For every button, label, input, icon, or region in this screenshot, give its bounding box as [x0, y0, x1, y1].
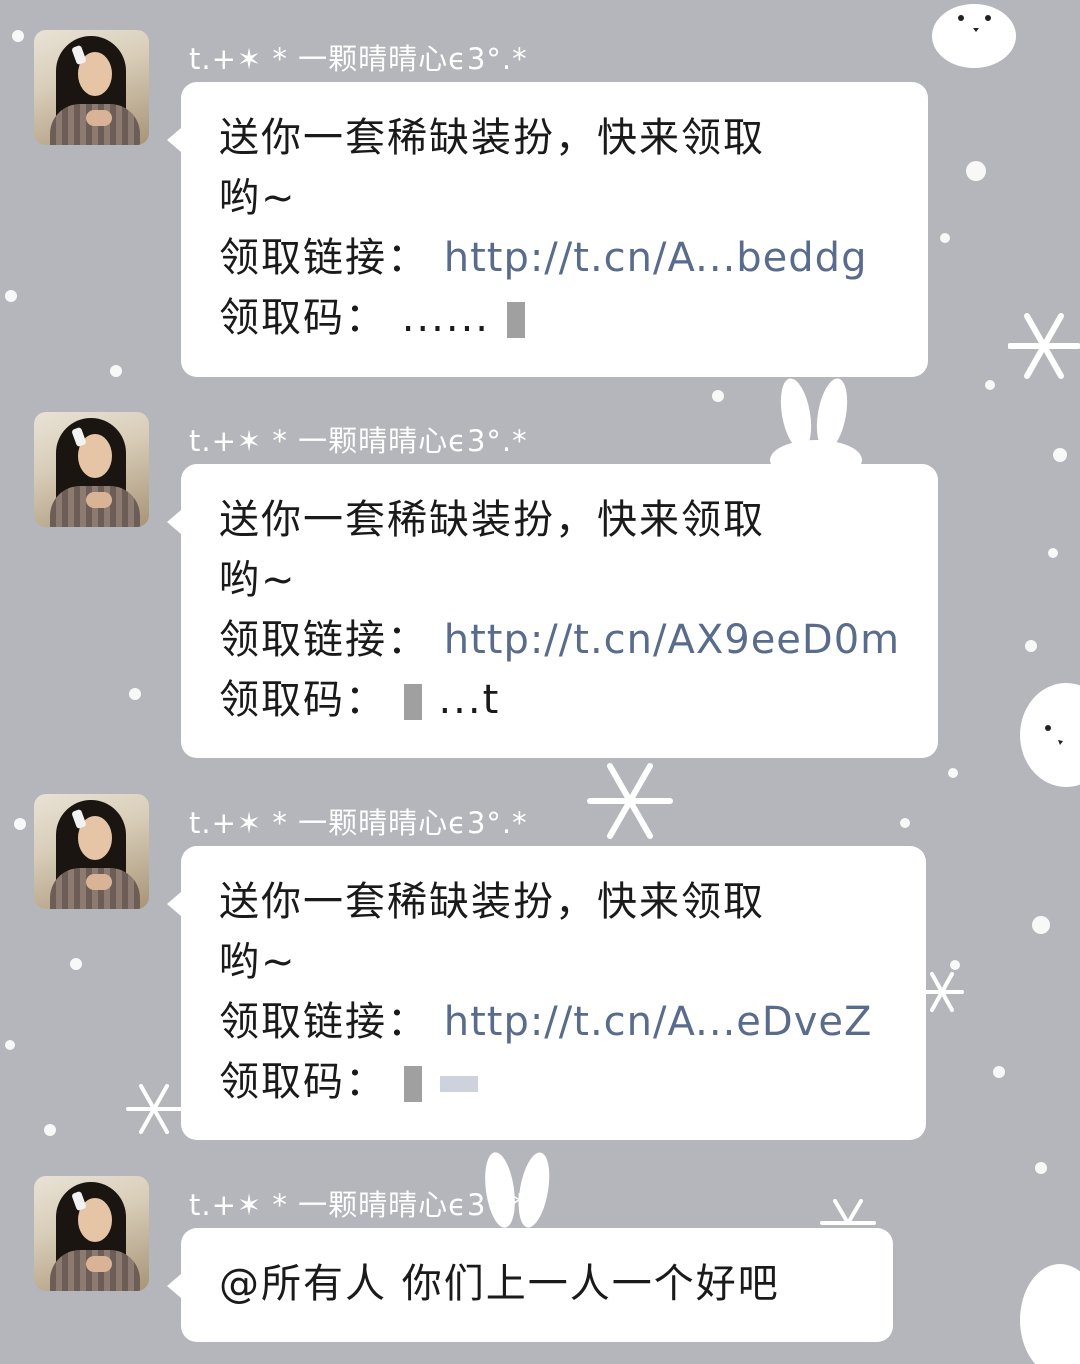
snowflake-icon: [587, 763, 673, 839]
snowflake-icon: [126, 1084, 182, 1134]
code-label: 领取码：: [219, 1059, 387, 1105]
avatar[interactable]: [34, 30, 149, 145]
redaction-blur: [403, 684, 422, 720]
message-text: 哟~: [219, 175, 297, 221]
avatar[interactable]: [34, 1176, 149, 1291]
code-row: 领取码：: [219, 1052, 890, 1112]
message-bubble[interactable]: 送你一套稀缺装扮，快来领取 哟~ 领取链接： http://t.cn/AX9ee…: [167, 464, 938, 758]
code-label: 领取码：: [219, 677, 387, 723]
sender-name: t.+✶ * 一颗晴晴心ϵ3°.*: [189, 806, 528, 840]
link-row: 领取链接： http://t.cn/A...eDveZ: [219, 992, 890, 1052]
redaction-blur: [440, 1076, 479, 1092]
message-link[interactable]: http://t.cn/A...eDveZ: [444, 999, 873, 1045]
bunny-icon: [1020, 1264, 1080, 1364]
bunny-icon: [932, 4, 1016, 68]
message-text: 送你一套稀缺装扮，快来领取: [219, 115, 765, 161]
message-text: 哟~: [219, 557, 297, 603]
message-bubble[interactable]: @所有人 你们上一人一个好吧: [167, 1228, 893, 1342]
avatar[interactable]: [34, 412, 149, 527]
message-link[interactable]: http://t.cn/A...beddg: [444, 235, 868, 281]
redaction-blur: [403, 1066, 422, 1102]
message-link[interactable]: http://t.cn/AX9eeD0m: [444, 617, 900, 663]
bunny-icon: [770, 378, 862, 464]
code-row: 领取码： ......: [219, 288, 892, 348]
snowflake-icon: [920, 972, 964, 1012]
message-bubble[interactable]: 送你一套稀缺装扮，快来领取 哟~ 领取链接： http://t.cn/A...b…: [167, 82, 928, 377]
sender-name: t.+✶ * 一颗晴晴心ϵ3°.*: [189, 1188, 528, 1222]
link-label: 领取链接：: [219, 999, 429, 1045]
avatar[interactable]: [34, 794, 149, 909]
sender-name: t.+✶ * 一颗晴晴心ϵ3°.*: [189, 424, 528, 458]
link-row: 领取链接： http://t.cn/A...beddg: [219, 228, 892, 288]
sender-name: t.+✶ * 一颗晴晴心ϵ3°.*: [189, 42, 528, 76]
code-row: 领取码： ...t: [219, 670, 902, 730]
message-text: 哟~: [219, 939, 297, 985]
snowflake-icon: [820, 1199, 876, 1225]
redaction-blur: [506, 302, 525, 338]
redeem-code: ...t: [438, 677, 501, 723]
message-text: 送你一套稀缺装扮，快来领取: [219, 879, 765, 925]
message-text: @所有人 你们上一人一个好吧: [219, 1261, 780, 1307]
message-text: 送你一套稀缺装扮，快来领取: [219, 497, 765, 543]
link-row: 领取链接： http://t.cn/AX9eeD0m: [219, 610, 902, 670]
link-label: 领取链接：: [219, 235, 429, 281]
message-bubble[interactable]: 送你一套稀缺装扮，快来领取 哟~ 领取链接： http://t.cn/A...e…: [167, 846, 926, 1140]
redeem-code: ......: [401, 295, 491, 341]
bunny-icon: [1020, 683, 1080, 787]
snowflake-icon: [1008, 313, 1080, 379]
code-label: 领取码：: [219, 295, 387, 341]
link-label: 领取链接：: [219, 617, 429, 663]
